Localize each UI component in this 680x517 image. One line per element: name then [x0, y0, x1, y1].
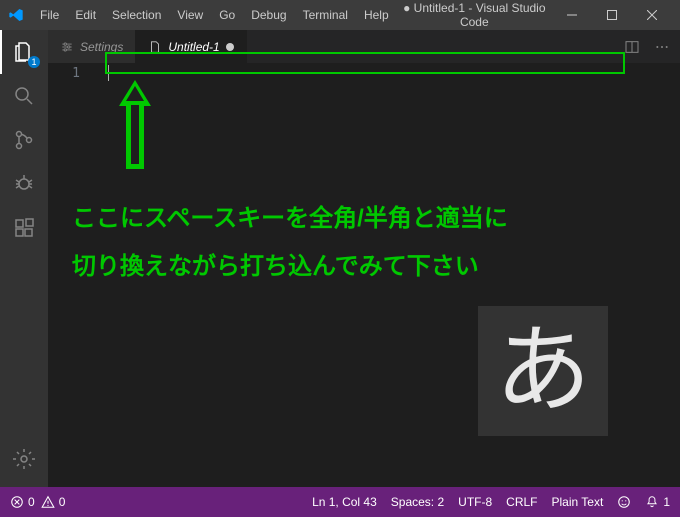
- activity-debug-icon[interactable]: [0, 162, 48, 206]
- status-warnings[interactable]: 0: [41, 495, 66, 509]
- activity-settings-icon[interactable]: [0, 437, 48, 481]
- status-lncol[interactable]: Ln 1, Col 43: [312, 495, 377, 509]
- title-bar: File Edit Selection View Go Debug Termin…: [0, 0, 680, 30]
- activity-scm-icon[interactable]: [0, 118, 48, 162]
- text-cursor: [108, 65, 109, 81]
- menu-file[interactable]: File: [32, 8, 67, 22]
- activity-extensions-icon[interactable]: [0, 206, 48, 250]
- line-gutter: 1: [48, 63, 98, 487]
- line-number: 1: [48, 65, 98, 83]
- status-notifications[interactable]: 1: [645, 495, 670, 509]
- menu-go[interactable]: Go: [211, 8, 243, 22]
- file-tab-icon: [148, 40, 162, 54]
- menu-selection[interactable]: Selection: [104, 8, 169, 22]
- activity-explorer-icon[interactable]: 1: [0, 30, 48, 74]
- vscode-logo-icon: [8, 7, 24, 23]
- status-bar: 0 0 Ln 1, Col 43 Spaces: 2 UTF-8 CRLF Pl…: [0, 487, 680, 517]
- status-errors-count: 0: [28, 495, 35, 509]
- menu-terminal[interactable]: Terminal: [295, 8, 356, 22]
- activity-search-icon[interactable]: [0, 74, 48, 118]
- unsaved-dot-icon: [226, 43, 234, 51]
- menu-help[interactable]: Help: [356, 8, 397, 22]
- status-warnings-count: 0: [59, 495, 66, 509]
- more-actions-icon[interactable]: [654, 39, 670, 55]
- settings-tab-icon: [60, 40, 74, 54]
- ime-char: あ: [495, 323, 591, 419]
- menu-view[interactable]: View: [169, 8, 211, 22]
- window-title: ● Untitled-1 - Visual Studio Code: [397, 1, 552, 29]
- close-button[interactable]: [632, 0, 672, 30]
- status-feedback-icon[interactable]: [617, 495, 631, 509]
- status-encoding[interactable]: UTF-8: [458, 495, 492, 509]
- status-eol[interactable]: CRLF: [506, 495, 537, 509]
- tab-untitled[interactable]: Untitled-1: [136, 30, 246, 63]
- menu-debug[interactable]: Debug: [243, 8, 294, 22]
- split-editor-icon[interactable]: [624, 39, 640, 55]
- tab-settings[interactable]: Settings: [48, 30, 136, 63]
- status-notifications-count: 1: [663, 495, 670, 509]
- maximize-button[interactable]: [592, 0, 632, 30]
- status-errors[interactable]: 0: [10, 495, 35, 509]
- menu-bar: File Edit Selection View Go Debug Termin…: [32, 8, 397, 22]
- tab-untitled-label: Untitled-1: [168, 40, 219, 54]
- status-lang[interactable]: Plain Text: [552, 495, 604, 509]
- tab-bar: Settings Untitled-1: [48, 30, 680, 63]
- editor-content[interactable]: [108, 65, 109, 81]
- ime-indicator: あ: [478, 306, 608, 436]
- tab-settings-label: Settings: [80, 40, 123, 54]
- status-spaces[interactable]: Spaces: 2: [391, 495, 444, 509]
- explorer-badge: 1: [28, 56, 40, 68]
- minimize-button[interactable]: [552, 0, 592, 30]
- activity-bar: 1: [0, 30, 48, 487]
- menu-edit[interactable]: Edit: [67, 8, 104, 22]
